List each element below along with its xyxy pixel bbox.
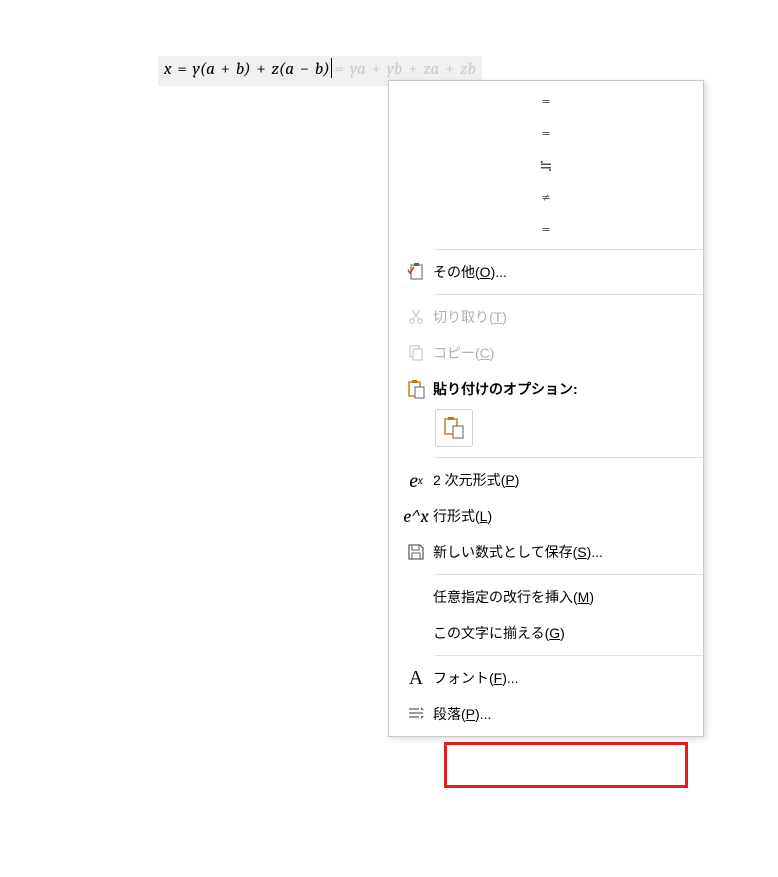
paste-options-row (389, 407, 703, 453)
menu-label: 切り取り(T) (429, 307, 507, 327)
align-at-character-item[interactable]: この文字に揃える(G) (389, 615, 703, 651)
linear-format-item[interactable]: e^x 行形式(L) (389, 498, 703, 534)
font-item[interactable]: A フォント(F)... (389, 660, 703, 696)
other-corrections-item[interactable]: その他(O)... (389, 254, 703, 290)
text-caret (331, 58, 332, 78)
professional-format-item[interactable]: ex 2 次元形式(P) (389, 462, 703, 498)
clipboard-check-icon (403, 263, 429, 281)
cut-item: 切り取り(T) (389, 299, 703, 335)
scissors-icon (403, 308, 429, 326)
autocorrect-option[interactable]: ≠ (389, 181, 703, 213)
separator (435, 249, 703, 250)
copy-icon (403, 344, 429, 362)
menu-label: この文字に揃える(G) (429, 623, 565, 643)
menu-label: 段落(P)... (429, 704, 491, 724)
menu-label: 行形式(L) (429, 506, 492, 526)
equation-visible: x = y(a + b) + z(a − b) (164, 60, 333, 79)
autocorrect-option[interactable]: = (389, 85, 703, 117)
ex-professional-icon: ex (403, 469, 429, 492)
paragraph-icon (403, 705, 429, 723)
menu-label: フォント(F)... (429, 668, 519, 688)
menu-label: 新しい数式として保存(S)... (429, 542, 603, 562)
autocorrect-option[interactable]: ≒ (389, 149, 703, 181)
menu-label: 2 次元形式(P) (429, 470, 519, 490)
separator (435, 457, 703, 458)
menu-label: 貼り付けのオプション: (429, 379, 578, 399)
autocorrect-option[interactable]: = (389, 213, 703, 245)
ex-linear-icon: e^x (403, 506, 429, 527)
equation-obscured: = ya + yb + za + zb (333, 60, 476, 79)
paste-keep-source-button[interactable] (435, 409, 473, 447)
save-icon (403, 543, 429, 561)
menu-label: その他(O)... (429, 262, 507, 282)
autocorrect-option[interactable]: = (389, 117, 703, 149)
clipboard-icon (403, 379, 429, 399)
separator (435, 294, 703, 295)
copy-item: コピー(C) (389, 335, 703, 371)
menu-label: コピー(C) (429, 343, 494, 363)
menu-label: 任意指定の改行を挿入(M) (429, 587, 594, 607)
save-as-new-equation-item[interactable]: 新しい数式として保存(S)... (389, 534, 703, 570)
separator (435, 574, 703, 575)
paragraph-item[interactable]: 段落(P)... (389, 696, 703, 732)
font-icon: A (403, 667, 429, 690)
annotation-highlight (444, 742, 688, 788)
equation-context-menu: = = ≒ ≠ = その他(O)... 切り取り(T) コピー(C) 貼り付け (388, 80, 704, 737)
separator (435, 655, 703, 656)
insert-manual-break-item[interactable]: 任意指定の改行を挿入(M) (389, 579, 703, 615)
paste-options-header: 貼り付けのオプション: (389, 371, 703, 407)
